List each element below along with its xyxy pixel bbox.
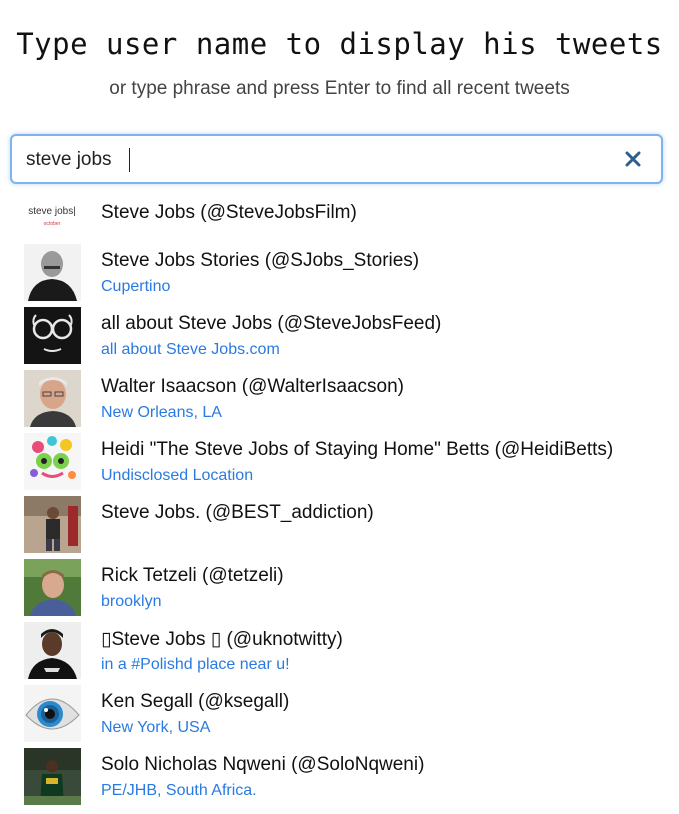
result-row[interactable]: Walter Isaacson (@WalterIsaacson) New Or… bbox=[0, 370, 679, 433]
avatar-logo-text: steve jobs| bbox=[28, 206, 76, 217]
result-name: Walter Isaacson (@WalterIsaacson) bbox=[101, 376, 404, 397]
result-location: in a #Polishd place near u! bbox=[101, 656, 290, 673]
result-location: New York, USA bbox=[101, 719, 211, 736]
steve-jobs-film-logo-avatar: steve jobs| october bbox=[24, 196, 81, 236]
photo-avatar bbox=[24, 496, 81, 553]
eye-illustration-avatar bbox=[24, 685, 81, 742]
avatar-logo-subtext: october bbox=[44, 221, 61, 227]
portrait-avatar bbox=[24, 370, 81, 427]
result-name: Ken Segall (@ksegall) bbox=[101, 691, 290, 712]
result-location: brooklyn bbox=[101, 593, 162, 610]
result-name: Rick Tetzeli (@tetzeli) bbox=[101, 565, 284, 586]
result-name: Steve Jobs (@SteveJobsFilm) bbox=[101, 202, 357, 223]
result-row[interactable]: steve jobs| october Steve Jobs (@SteveJo… bbox=[0, 196, 679, 244]
result-location: PE/JHB, South Africa. bbox=[101, 782, 257, 799]
result-row[interactable]: Ken Segall (@ksegall) New York, USA bbox=[0, 685, 679, 748]
result-name: Solo Nicholas Nqweni (@SoloNqweni) bbox=[101, 754, 425, 775]
page-subtitle: or type phrase and press Enter to find a… bbox=[109, 78, 570, 99]
result-name: Steve Jobs Stories (@SJobs_Stories) bbox=[101, 250, 420, 271]
close-icon[interactable] bbox=[623, 149, 643, 169]
portrait-avatar bbox=[24, 244, 81, 301]
result-name: all about Steve Jobs (@SteveJobsFeed) bbox=[101, 313, 442, 334]
portrait-avatar bbox=[24, 622, 81, 679]
result-row[interactable]: all about Steve Jobs (@SteveJobsFeed) al… bbox=[0, 307, 679, 370]
text-caret bbox=[129, 148, 130, 172]
photo-avatar bbox=[24, 748, 81, 805]
search-box[interactable] bbox=[10, 134, 663, 184]
result-location: all about Steve Jobs.com bbox=[101, 341, 280, 358]
page-title: Type user name to display his tweets bbox=[16, 27, 663, 61]
result-name: Steve Jobs. (@BEST_addiction) bbox=[101, 502, 374, 523]
result-location: New Orleans, LA bbox=[101, 404, 222, 421]
result-row[interactable]: Steve Jobs Stories (@SJobs_Stories) Cupe… bbox=[0, 244, 679, 307]
result-location: Cupertino bbox=[101, 278, 171, 295]
result-row[interactable]: Solo Nicholas Nqweni (@SoloNqweni) PE/JH… bbox=[0, 748, 679, 811]
results-list: steve jobs| october Steve Jobs (@SteveJo… bbox=[0, 196, 679, 811]
result-row[interactable]: Steve Jobs. (@BEST_addiction) bbox=[0, 496, 679, 559]
result-row[interactable]: Rick Tetzeli (@tetzeli) brooklyn bbox=[0, 559, 679, 622]
result-location: Undisclosed Location bbox=[101, 467, 254, 484]
portrait-avatar bbox=[24, 559, 81, 616]
result-row[interactable]: Heidi "The Steve Jobs of Staying Home" B… bbox=[0, 433, 679, 496]
colorful-illustration-avatar bbox=[24, 433, 81, 490]
result-name: ▯Steve Jobs ▯ (@uknotwitty) bbox=[101, 629, 343, 650]
result-name: Heidi "The Steve Jobs of Staying Home" B… bbox=[101, 439, 614, 460]
search-input[interactable] bbox=[26, 146, 606, 174]
glasses-face-avatar bbox=[24, 307, 81, 364]
result-row[interactable]: ▯Steve Jobs ▯ (@uknotwitty) in a #Polish… bbox=[0, 622, 679, 685]
